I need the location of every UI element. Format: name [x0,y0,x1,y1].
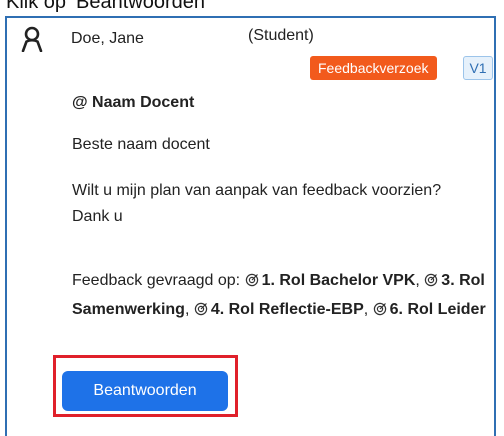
author-role: (Student) [248,27,314,44]
competency-label: 1. Rol Bachelor VPK [261,272,416,289]
competency-label: 4. Rol Reflectie-EBP [210,301,364,318]
target-check-icon [245,273,258,287]
competency-item: 4. Rol Reflectie-EBP [194,301,364,318]
target-check-icon [373,302,386,316]
feedback-request-badge: Feedbackverzoek [310,56,437,80]
instruction-caption: Klik op ‘Beantwoorden’ [6,0,210,13]
greeting-text: Beste naam docent [72,136,210,153]
target-check-icon [425,273,438,287]
version-badge: V1 [463,56,493,80]
requested-competencies: Feedback gevraagd op: 1. Rol Bachelor VP… [72,272,486,318]
competency-item: 6. Rol Leider [373,301,486,318]
reply-button[interactable]: Beantwoorden [62,371,228,411]
target-check-icon [194,302,208,316]
requested-label: Feedback gevraagd op: [72,272,241,289]
user-icon [21,26,43,52]
author-name: Doe, Jane [71,30,144,47]
mention-recipient: @ Naam Docent [72,94,195,111]
message-body: Wilt u mijn plan van aanpak van feedback… [72,182,442,225]
competency-item: 1. Rol Bachelor VPK [245,272,416,289]
competency-label: 6. Rol Leider [389,301,486,318]
